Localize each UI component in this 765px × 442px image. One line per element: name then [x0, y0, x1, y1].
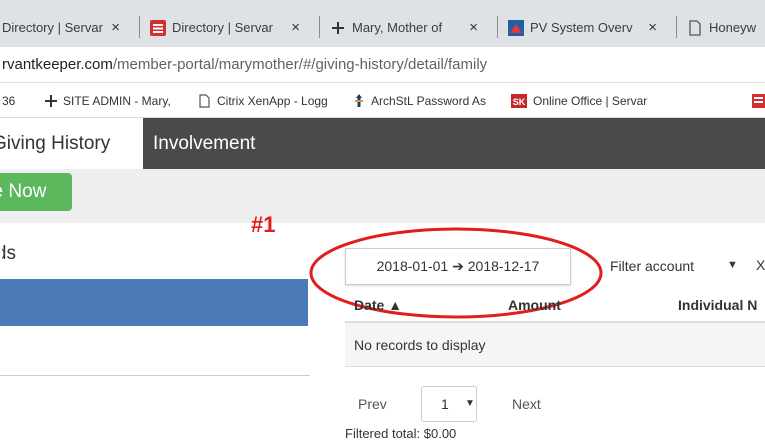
column-header-amount[interactable]: Amount [508, 297, 561, 313]
button-label: Give Now [0, 181, 47, 202]
nav-label: Giving History [0, 133, 111, 154]
url-text[interactable]: rvantkeeper.com/member-portal/marymother… [2, 56, 487, 73]
archstl-icon [353, 94, 365, 108]
cross-icon [45, 95, 57, 107]
bookmarks-bar: 36 SITE ADMIN - Mary, Citrix XenApp - Lo… [0, 83, 765, 118]
servantkeeper-icon [150, 19, 166, 36]
bookmark-item[interactable]: 36 [2, 93, 32, 109]
nav-tab-giving-history[interactable]: Giving History [0, 118, 143, 169]
divider [0, 375, 310, 376]
browser-tab[interactable]: Directory | Servar × [142, 8, 310, 47]
page-icon [687, 19, 703, 36]
date-range-button[interactable]: 2018-01-01 ➔ 2018-12-17 [345, 248, 571, 285]
close-icon[interactable]: × [648, 19, 657, 36]
give-now-button[interactable]: Give Now [0, 173, 72, 211]
nav-tab-involvement[interactable]: Involvement [153, 118, 255, 169]
date-start: 2018-01-01 [376, 258, 449, 274]
close-icon[interactable]: × [291, 19, 300, 36]
bookmark-item[interactable]: Citrix XenApp - Logg [199, 93, 345, 109]
bookmark-label: Online Office | Servar [533, 94, 648, 108]
url-path: /member-portal/marymother/#/giving-histo… [112, 56, 488, 73]
bookmark-label: ArchStL Password As [371, 94, 486, 108]
pv-system-icon [508, 19, 524, 36]
action-toolbar: Give Now [0, 169, 765, 223]
arrow-right-icon: ➔ [452, 258, 464, 274]
bookmark-item[interactable]: SITE ADMIN - Mary, [45, 93, 190, 109]
svg-text:SK: SK [513, 97, 526, 107]
close-icon[interactable]: × [111, 19, 120, 36]
browser-tab[interactable]: Mary, Mother of × [322, 8, 488, 47]
browser-tab[interactable]: Honeyw [679, 8, 765, 47]
tab-title: Mary, Mother of [352, 20, 443, 35]
bookmark-label: 36 [2, 94, 16, 108]
bookmark-label: SITE ADMIN - Mary, [63, 94, 171, 108]
annotation-label: #1 [251, 212, 276, 237]
tab-divider [497, 16, 498, 38]
bookmark-item[interactable]: ArchStL Password As [353, 93, 500, 109]
bookmark-item[interactable]: SK Online Office | Servar [511, 93, 659, 109]
empty-message: No records to display [354, 337, 486, 353]
clear-filter-button[interactable]: X [756, 257, 765, 273]
heading-text: Funds [2, 243, 16, 264]
nav-label: Involvement [153, 133, 256, 154]
bookmark-label: Citrix XenApp - Logg [217, 94, 328, 108]
tab-divider [676, 16, 677, 38]
caret-down-icon: ▼ [465, 398, 475, 409]
cross-icon [330, 20, 346, 36]
browser-tab[interactable]: Directory | Servar × [0, 8, 130, 47]
page-number: 1 [441, 396, 449, 412]
filtered-total: Filtered total: $0.00 [345, 426, 457, 441]
prev-page-button[interactable]: Prev [358, 396, 387, 412]
tab-divider [319, 16, 320, 38]
funds-heading: Funds [2, 243, 16, 265]
next-page-button[interactable]: Next [512, 396, 541, 412]
portal-nav: Giving History Involvement [0, 118, 765, 169]
filter-account-select[interactable]: Filter account [610, 258, 694, 274]
tab-title: Honeyw [709, 20, 756, 35]
bookmark-item[interactable] [752, 93, 765, 109]
tab-title: PV System Overv [530, 20, 633, 35]
caret-down-icon: ▼ [727, 259, 738, 271]
date-end: 2018-12-17 [467, 258, 540, 274]
browser-tab-strip: Directory | Servar × Directory | Servar … [0, 0, 765, 47]
close-icon[interactable]: × [469, 19, 478, 36]
page-select[interactable]: 1 ▼ [421, 386, 477, 422]
sk-icon: SK [511, 94, 527, 108]
browser-tab[interactable]: PV System Overv × [500, 8, 667, 47]
selected-fund-row[interactable] [0, 279, 308, 326]
column-header-date[interactable]: Date ▲ [354, 297, 402, 313]
tab-divider [139, 16, 140, 38]
url-host: rvantkeeper.com [2, 56, 113, 73]
table-header: Date ▲ Amount Individual N [345, 287, 765, 323]
address-bar[interactable]: rvantkeeper.com/member-portal/marymother… [0, 47, 765, 83]
servantkeeper-icon [752, 94, 765, 108]
tab-title: Directory | Servar [172, 20, 273, 35]
column-header-individual[interactable]: Individual N [678, 297, 757, 313]
page-icon [199, 94, 211, 108]
table-row: No records to display [345, 323, 765, 367]
